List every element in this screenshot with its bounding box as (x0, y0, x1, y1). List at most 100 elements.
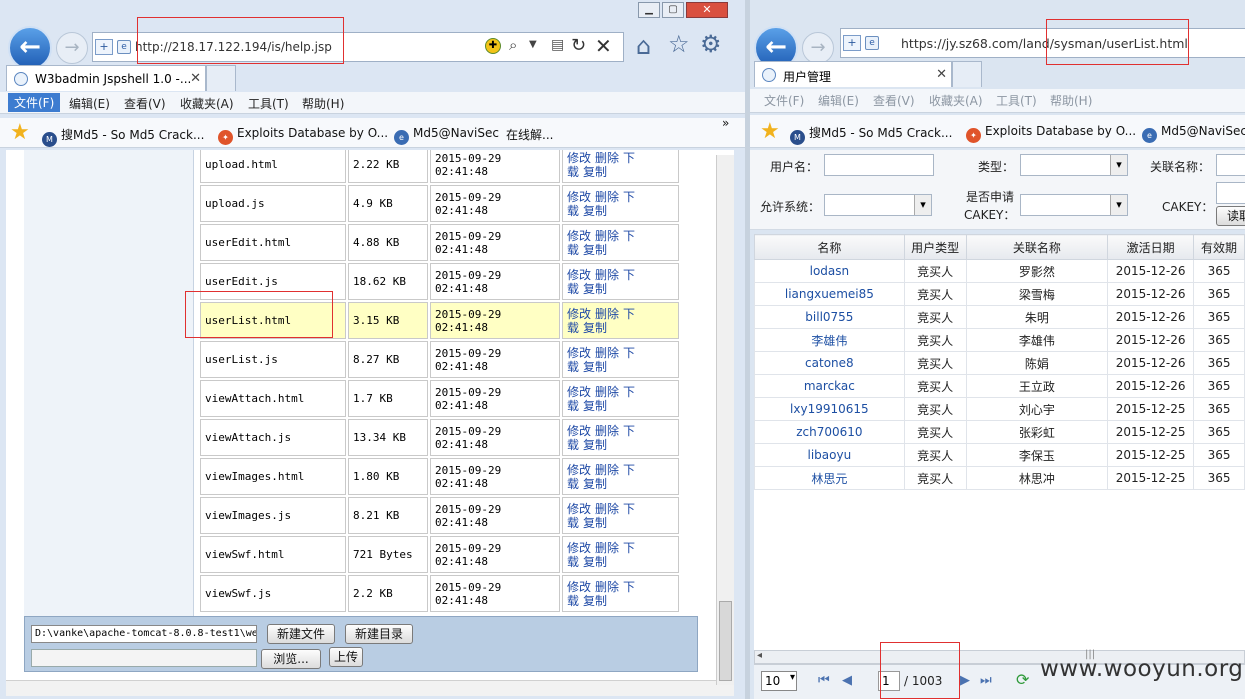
menu-file[interactable]: 文件(F) (764, 92, 804, 109)
edit-link[interactable]: 修改 (567, 580, 591, 594)
copy-link[interactable]: 复制 (583, 555, 607, 569)
user-name[interactable]: catone8 (754, 351, 905, 375)
close-tab-icon[interactable]: ✕ (936, 67, 947, 82)
download-link[interactable]: 下 (623, 502, 635, 516)
download-link-cont[interactable]: 载 (567, 165, 579, 179)
table-row[interactable]: bill0755 竞买人 朱明 2015-12-26 365 (754, 305, 1245, 329)
user-name[interactable]: bill0755 (754, 305, 905, 329)
table-row[interactable]: 李雄伟 竞买人 李雄伟 2015-12-26 365 (754, 328, 1245, 352)
file-name[interactable]: viewAttach.js (200, 419, 346, 456)
user-name[interactable]: lxy19910615 (754, 397, 905, 421)
file-name[interactable]: viewSwf.js (200, 575, 346, 612)
tab-jspshell[interactable]: W3badmin Jspshell 1.0 -... ✕ (6, 65, 206, 91)
favorite-item[interactable]: M 搜Md5 - So Md5 Crack... (42, 126, 204, 147)
copy-link[interactable]: 复制 (583, 204, 607, 218)
cakey-input[interactable] (1216, 182, 1245, 204)
close-tab-icon[interactable]: ✕ (190, 71, 201, 86)
edit-link[interactable]: 修改 (567, 463, 591, 477)
table-row[interactable]: marckac 竞买人 王立政 2015-12-26 365 (754, 374, 1245, 398)
file-upload-input[interactable] (31, 649, 257, 667)
edit-link[interactable]: 修改 (567, 151, 591, 165)
col-activation-date[interactable]: 激活日期 (1107, 234, 1195, 260)
page-menu-icon[interactable]: ▤ (551, 37, 564, 53)
delete-link[interactable]: 删除 (595, 424, 619, 438)
edit-link[interactable]: 修改 (567, 190, 591, 204)
delete-link[interactable]: 删除 (595, 190, 619, 204)
col-user-type[interactable]: 用户类型 (903, 234, 967, 260)
user-name[interactable]: liangxuemei85 (754, 282, 905, 306)
file-name[interactable]: upload.html (200, 150, 346, 183)
delete-link[interactable]: 删除 (595, 346, 619, 360)
search-icon[interactable]: ⌕ (509, 36, 517, 54)
copy-link[interactable]: 复制 (583, 165, 607, 179)
file-name[interactable]: viewImages.js (200, 497, 346, 534)
delete-link[interactable]: 删除 (595, 580, 619, 594)
forward-button[interactable]: → (802, 32, 834, 64)
page-size-select[interactable]: 10 (761, 671, 797, 691)
tab-user-management[interactable]: 用户管理 ✕ (754, 61, 952, 87)
download-link[interactable]: 下 (623, 190, 635, 204)
download-link[interactable]: 下 (623, 541, 635, 555)
minimize-button[interactable]: ▁ (638, 2, 660, 18)
menu-help[interactable]: 帮助(H) (1050, 92, 1092, 109)
related-name-input[interactable] (1216, 154, 1245, 176)
favorite-item[interactable]: e Md5@NaviSec (394, 126, 499, 145)
edit-link[interactable]: 修改 (567, 424, 591, 438)
download-link[interactable]: 下 (623, 346, 635, 360)
delete-link[interactable]: 删除 (595, 541, 619, 555)
download-link[interactable]: 下 (623, 307, 635, 321)
file-name[interactable]: userList.js (200, 341, 346, 378)
menu-view[interactable]: 查看(V) (873, 92, 915, 109)
delete-link[interactable]: 删除 (595, 229, 619, 243)
type-select[interactable] (1020, 154, 1128, 176)
delete-link[interactable]: 删除 (595, 385, 619, 399)
new-dir-button[interactable]: 新建目录 (345, 624, 413, 644)
scroll-thumb[interactable] (719, 601, 732, 681)
download-link[interactable]: 下 (623, 463, 635, 477)
edit-link[interactable]: 修改 (567, 541, 591, 555)
download-link-cont[interactable]: 载 (567, 360, 579, 374)
table-row[interactable]: lxy19910615 竞买人 刘心宇 2015-12-25 365 (754, 397, 1245, 421)
download-link[interactable]: 下 (623, 229, 635, 243)
favorite-item[interactable]: ✦ Exploits Database by O... (218, 126, 388, 145)
menu-edit[interactable]: 编辑(E) (69, 95, 110, 112)
menu-tools[interactable]: 工具(T) (996, 92, 1037, 109)
chevron-down-icon[interactable]: ▼ (529, 39, 537, 50)
download-link[interactable]: 下 (623, 424, 635, 438)
stop-icon[interactable]: ✕ (595, 34, 612, 58)
gear-icon[interactable]: ⚙ (700, 30, 722, 58)
user-name[interactable]: 李雄伟 (754, 328, 905, 352)
first-page-icon[interactable]: ⏮ (818, 673, 830, 688)
upload-button[interactable]: 上传 (329, 647, 363, 667)
file-name[interactable]: upload.js (200, 185, 346, 222)
favorite-item[interactable]: e Md5@NaviSec (1142, 124, 1245, 143)
download-link-cont[interactable]: 载 (567, 243, 579, 257)
copy-link[interactable]: 复制 (583, 243, 607, 257)
next-page-icon[interactable]: ▶ (960, 673, 970, 688)
edit-link[interactable]: 修改 (567, 502, 591, 516)
edit-link[interactable]: 修改 (567, 346, 591, 360)
menu-favorites[interactable]: 收藏夹(A) (929, 92, 983, 109)
copy-link[interactable]: 复制 (583, 360, 607, 374)
favorites-more[interactable]: » (722, 116, 729, 130)
menu-tools[interactable]: 工具(T) (248, 95, 289, 112)
refresh-icon[interactable]: ↻ (571, 35, 586, 56)
new-tab-button[interactable] (952, 61, 982, 87)
menu-file[interactable]: 文件(F) (8, 93, 61, 112)
user-name[interactable]: lodasn (754, 259, 905, 283)
download-link-cont[interactable]: 载 (567, 438, 579, 452)
delete-link[interactable]: 删除 (595, 151, 619, 165)
download-link[interactable]: 下 (623, 151, 635, 165)
table-row[interactable]: liangxuemei85 竞买人 梁雪梅 2015-12-26 365 (754, 282, 1245, 306)
read-button[interactable]: 读取 (1216, 206, 1245, 226)
scroll-left-icon[interactable]: ◂ (757, 650, 762, 661)
favorite-item[interactable]: 在线解... (506, 126, 553, 143)
favorites-star-icon[interactable]: ☆ (668, 30, 690, 58)
col-name[interactable]: 名称 (754, 234, 905, 260)
table-row[interactable]: catone8 竞买人 陈娟 2015-12-26 365 (754, 351, 1245, 375)
user-name[interactable]: libaoyu (754, 443, 905, 467)
file-name[interactable]: viewAttach.html (200, 380, 346, 417)
favorite-item[interactable]: ✦ Exploits Database by O... (966, 124, 1136, 143)
system-select[interactable] (824, 194, 932, 216)
favorites-star-icon[interactable]: ★ (760, 121, 786, 143)
